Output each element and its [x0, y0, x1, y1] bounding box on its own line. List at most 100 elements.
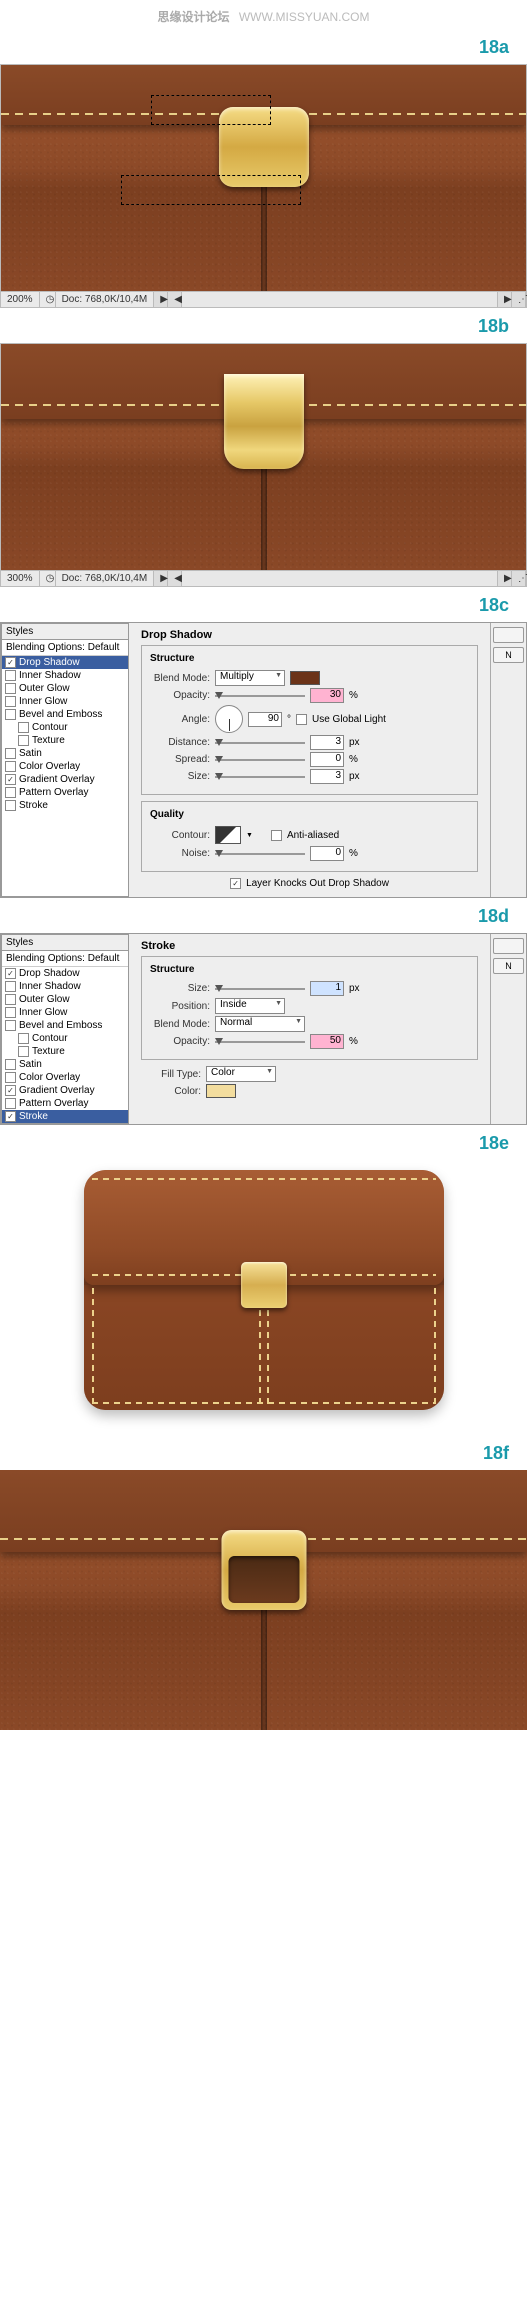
size-slider[interactable] [215, 988, 305, 990]
style-contour[interactable]: Contour [2, 721, 128, 734]
style-outer-glow[interactable]: Outer Glow [2, 993, 128, 1006]
checkbox-icon[interactable] [5, 670, 16, 681]
style-inner-glow[interactable]: Inner Glow [2, 1006, 128, 1019]
statusbar-icon[interactable]: ◷ [40, 571, 56, 586]
style-gradient-overlay[interactable]: ✓Gradient Overlay [2, 773, 128, 786]
canvas-18a[interactable] [0, 64, 527, 292]
checkbox-icon[interactable] [18, 1046, 29, 1057]
opacity-field[interactable]: 50 [310, 1034, 344, 1049]
doc-menu-arrow[interactable]: ▶ [154, 571, 168, 586]
checkbox-icon[interactable] [5, 696, 16, 707]
checkbox-icon[interactable] [5, 1072, 16, 1083]
style-pattern-overlay[interactable]: Pattern Overlay [2, 786, 128, 799]
zoom-level[interactable]: 300% [1, 571, 40, 586]
size-field[interactable]: 3 [310, 769, 344, 784]
scroll-right[interactable]: ▶ [498, 571, 512, 586]
distance-slider[interactable] [215, 742, 305, 744]
contour-picker[interactable] [215, 826, 241, 844]
opacity-field[interactable]: 30 [310, 688, 344, 703]
size-field[interactable]: 1 [310, 981, 344, 996]
checkbox-icon[interactable]: ✓ [5, 774, 16, 785]
scroll-right[interactable]: ▶ [498, 292, 512, 307]
style-pattern-overlay[interactable]: Pattern Overlay [2, 1097, 128, 1110]
position-select[interactable]: Inside [215, 998, 285, 1014]
style-inner-shadow[interactable]: Inner Shadow [2, 669, 128, 682]
checkbox-icon[interactable] [18, 1033, 29, 1044]
scroll-left[interactable]: ◀ [168, 292, 182, 307]
stitch-bottom [92, 1402, 436, 1404]
opacity-slider[interactable] [215, 695, 305, 697]
style-bevel[interactable]: Bevel and Emboss [2, 1019, 128, 1032]
style-drop-shadow[interactable]: ✓Drop Shadow [2, 656, 128, 669]
style-inner-glow[interactable]: Inner Glow [2, 695, 128, 708]
style-satin[interactable]: Satin [2, 747, 128, 760]
checkbox-icon[interactable] [5, 800, 16, 811]
checkbox-icon[interactable] [5, 748, 16, 759]
resize-grip[interactable]: ⋰ [512, 571, 526, 586]
side-btn-2[interactable]: N [493, 647, 524, 663]
checkbox-icon[interactable]: ✓ [5, 968, 16, 979]
style-stroke[interactable]: ✓Stroke [2, 1110, 128, 1123]
checkbox-icon[interactable] [5, 787, 16, 798]
statusbar-icon[interactable]: ◷ [40, 292, 56, 307]
aa-checkbox[interactable] [271, 830, 282, 841]
checkbox-icon[interactable]: ✓ [5, 1111, 16, 1122]
stroke-color-swatch[interactable] [206, 1084, 236, 1098]
spread-field[interactable]: 0 [310, 752, 344, 767]
size-slider[interactable] [215, 776, 305, 778]
distance-field[interactable]: 3 [310, 735, 344, 750]
blending-options[interactable]: Blending Options: Default [2, 951, 128, 967]
side-btn-1[interactable] [493, 938, 524, 954]
filltype-select[interactable]: Color [206, 1066, 276, 1082]
checkbox-icon[interactable] [5, 994, 16, 1005]
checkbox-icon[interactable] [5, 1020, 16, 1031]
canvas-18b[interactable] [0, 343, 527, 571]
scroll-left[interactable]: ◀ [168, 571, 182, 586]
checkbox-icon[interactable]: ✓ [5, 1085, 16, 1096]
blending-options[interactable]: Blending Options: Default [2, 640, 128, 656]
checkbox-icon[interactable] [5, 1007, 16, 1018]
checkbox-icon[interactable] [5, 683, 16, 694]
side-btn-1[interactable] [493, 627, 524, 643]
style-color-overlay[interactable]: Color Overlay [2, 1071, 128, 1084]
checkbox-icon[interactable] [18, 735, 29, 746]
checkbox-icon[interactable]: ✓ [5, 657, 16, 668]
contour-menu-icon[interactable]: ▼ [246, 832, 253, 839]
zoom-level[interactable]: 200% [1, 292, 40, 307]
style-bevel[interactable]: Bevel and Emboss [2, 708, 128, 721]
style-gradient-overlay[interactable]: ✓Gradient Overlay [2, 1084, 128, 1097]
style-texture[interactable]: Texture [2, 1045, 128, 1058]
global-light-checkbox[interactable] [296, 714, 307, 725]
scroll-track[interactable] [182, 292, 498, 307]
checkbox-icon[interactable] [5, 1098, 16, 1109]
style-drop-shadow[interactable]: ✓Drop Shadow [2, 967, 128, 980]
checkbox-icon[interactable] [5, 761, 16, 772]
angle-wheel[interactable] [215, 705, 243, 733]
style-contour[interactable]: Contour [2, 1032, 128, 1045]
style-texture[interactable]: Texture [2, 734, 128, 747]
selection-marquee-bottom[interactable] [121, 175, 301, 205]
style-satin[interactable]: Satin [2, 1058, 128, 1071]
color-swatch[interactable] [290, 671, 320, 685]
opacity-slider[interactable] [215, 1041, 305, 1043]
resize-grip[interactable]: ⋰ [512, 292, 526, 307]
blend-mode-select[interactable]: Normal [215, 1016, 305, 1032]
style-inner-shadow[interactable]: Inner Shadow [2, 980, 128, 993]
angle-field[interactable]: 90 [248, 712, 282, 727]
noise-slider[interactable] [215, 853, 305, 855]
doc-menu-arrow[interactable]: ▶ [154, 292, 168, 307]
knockout-checkbox[interactable]: ✓ [230, 878, 241, 889]
side-btn-2[interactable]: N [493, 958, 524, 974]
checkbox-icon[interactable] [5, 709, 16, 720]
checkbox-icon[interactable] [18, 722, 29, 733]
selection-marquee-top[interactable] [151, 95, 271, 125]
checkbox-icon[interactable] [5, 1059, 16, 1070]
blend-mode-select[interactable]: Multiply [215, 670, 285, 686]
noise-field[interactable]: 0 [310, 846, 344, 861]
checkbox-icon[interactable] [5, 981, 16, 992]
style-color-overlay[interactable]: Color Overlay [2, 760, 128, 773]
style-outer-glow[interactable]: Outer Glow [2, 682, 128, 695]
style-stroke[interactable]: Stroke [2, 799, 128, 812]
scroll-track[interactable] [182, 571, 498, 586]
spread-slider[interactable] [215, 759, 305, 761]
